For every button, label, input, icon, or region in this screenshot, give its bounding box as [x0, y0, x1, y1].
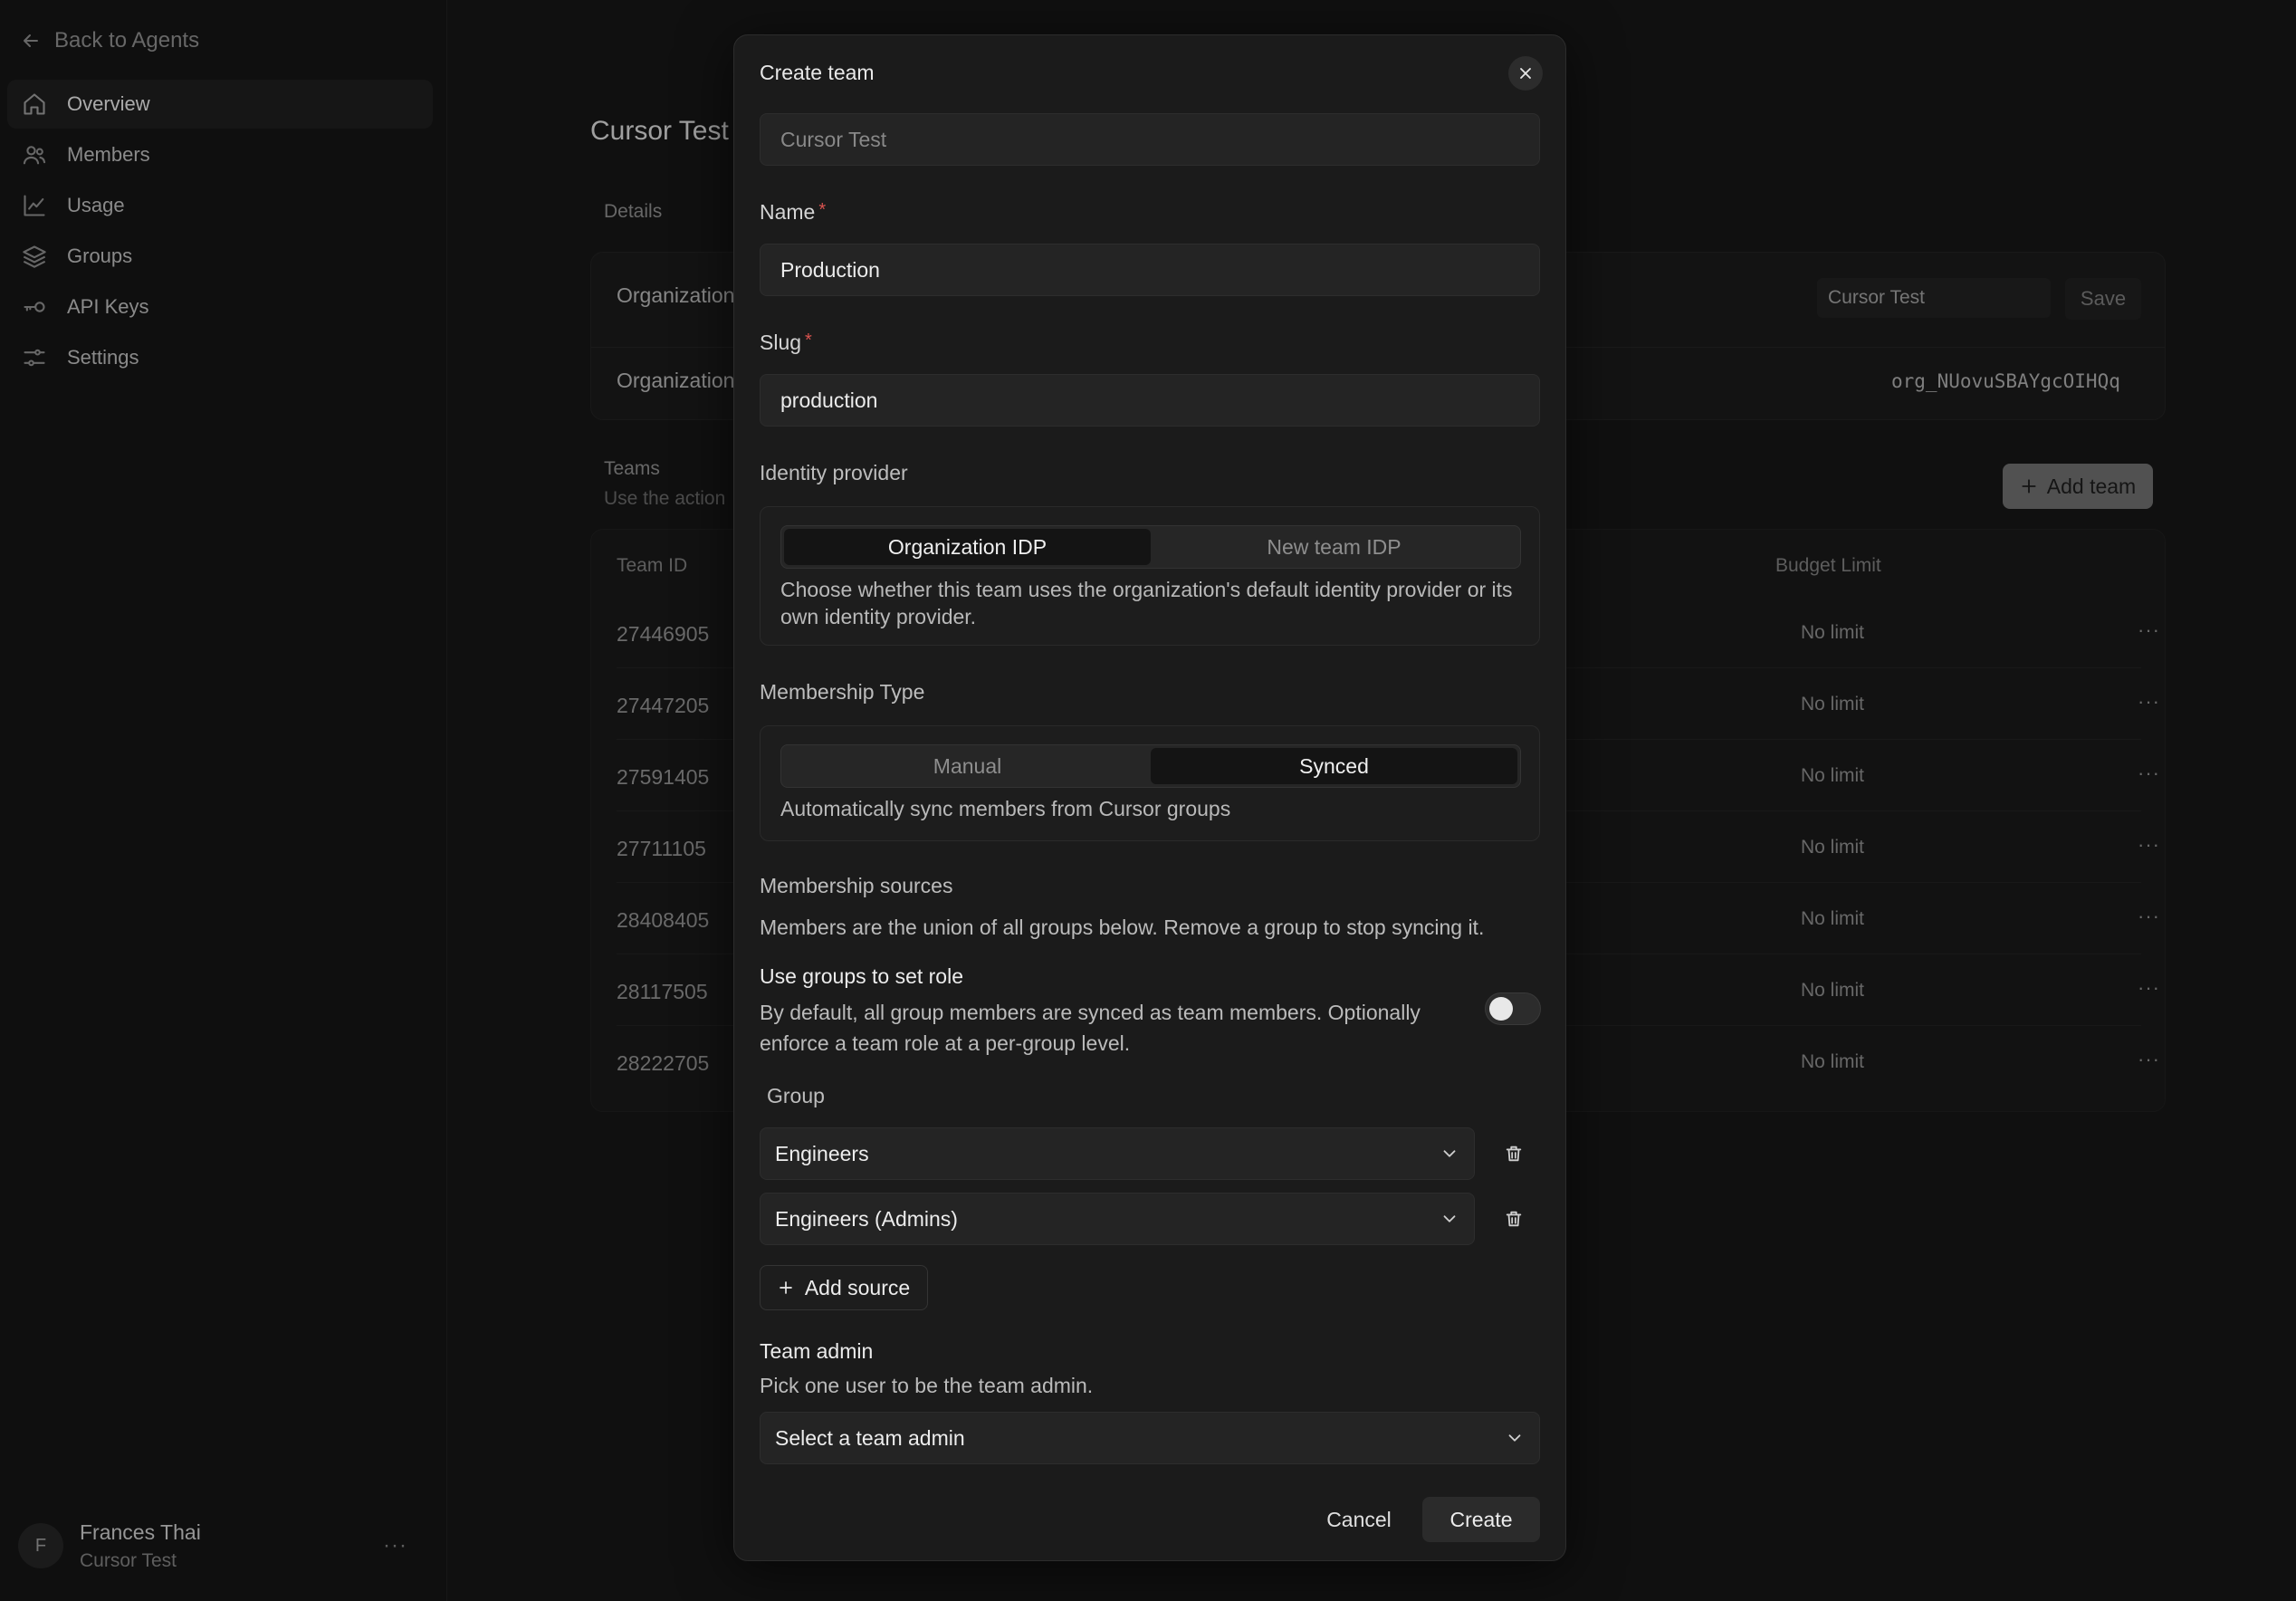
idp-option-new-team[interactable]: New team IDP	[1151, 529, 1517, 565]
organization-field: Cursor Test	[760, 113, 1540, 166]
membership-sources-description: Members are the union of all groups belo…	[760, 916, 1485, 939]
identity-provider-box: Organization IDP New team IDP Choose whe…	[760, 506, 1540, 646]
slug-label: Slug *	[760, 331, 812, 355]
membership-option-synced[interactable]: Synced	[1151, 748, 1517, 784]
trash-icon	[1506, 1146, 1522, 1162]
name-input[interactable]: Production	[760, 244, 1540, 296]
cancel-button[interactable]: Cancel	[1314, 1497, 1404, 1542]
name-label: Name *	[760, 200, 826, 225]
required-mark: *	[805, 331, 812, 350]
chevron-down-icon	[1443, 1150, 1456, 1157]
group-select-value: Engineers (Admins)	[775, 1206, 958, 1231]
membership-option-manual[interactable]: Manual	[784, 748, 1151, 784]
membership-type-segmented-control: Manual Synced	[780, 744, 1521, 788]
trash-icon	[1506, 1211, 1522, 1227]
group-column-label: Group	[767, 1084, 825, 1107]
team-admin-select[interactable]: Select a team admin	[760, 1412, 1540, 1464]
toggle-knob	[1489, 997, 1513, 1021]
membership-sources-label: Membership sources	[760, 874, 953, 897]
team-admin-label: Team admin	[760, 1339, 874, 1363]
chevron-down-icon	[1443, 1215, 1456, 1222]
team-admin-description: Pick one user to be the team admin.	[760, 1374, 1094, 1397]
team-admin-placeholder: Select a team admin	[775, 1425, 965, 1450]
identity-provider-segmented-control: Organization IDP New team IDP	[780, 525, 1521, 569]
slug-input[interactable]: production	[760, 374, 1540, 427]
identity-provider-help: Choose whether this team uses the organi…	[780, 578, 1513, 628]
add-source-label: Add source	[804, 1275, 911, 1299]
required-mark: *	[818, 200, 827, 220]
remove-group-button[interactable]	[1497, 1136, 1531, 1171]
group-select[interactable]: Engineers	[760, 1127, 1475, 1180]
group-select-value: Engineers	[775, 1141, 869, 1165]
identity-provider-label: Identity provider	[760, 461, 908, 484]
membership-type-box: Manual Synced Automatically sync members…	[760, 725, 1540, 841]
add-source-button[interactable]: Add source	[760, 1265, 928, 1310]
group-select[interactable]: Engineers (Admins)	[760, 1193, 1475, 1245]
groups-role-label: Use groups to set role	[760, 964, 964, 988]
close-button[interactable]	[1508, 56, 1543, 91]
name-label-text: Name	[760, 200, 816, 224]
groups-role-toggle[interactable]	[1485, 992, 1541, 1025]
create-button[interactable]: Create	[1422, 1497, 1540, 1542]
create-team-dialog: Create team Cursor Test Name * Production…	[733, 34, 1566, 1561]
close-icon	[1520, 68, 1531, 79]
membership-type-help: Automatically sync members from Cursor g…	[780, 797, 1231, 820]
plus-icon	[779, 1281, 792, 1294]
remove-group-button[interactable]	[1497, 1202, 1531, 1236]
slug-label-text: Slug	[760, 331, 802, 354]
membership-type-label: Membership Type	[760, 680, 925, 704]
idp-option-organization[interactable]: Organization IDP	[784, 529, 1151, 565]
chevron-down-icon	[1508, 1434, 1521, 1442]
groups-role-description: By default, all group members are synced…	[760, 1001, 1421, 1055]
dialog-title: Create team	[760, 61, 875, 84]
